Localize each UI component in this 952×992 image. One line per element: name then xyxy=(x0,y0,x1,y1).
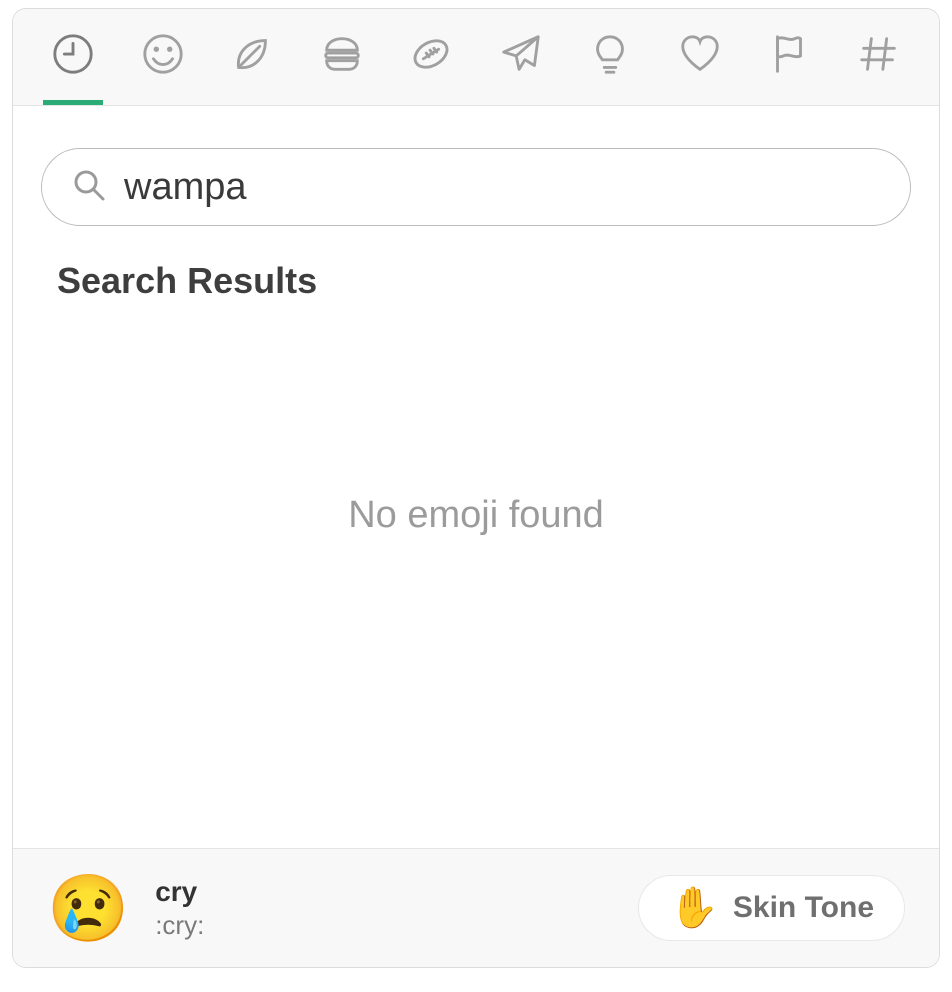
search-section xyxy=(13,106,939,226)
preview-emoji-glyph: 😢 xyxy=(47,875,129,941)
search-icon xyxy=(72,168,106,207)
tab-smileys[interactable] xyxy=(133,27,193,105)
empty-message: No emoji found xyxy=(348,494,604,537)
tab-travel[interactable] xyxy=(491,27,551,105)
smiley-icon xyxy=(140,31,186,82)
emoji-preview: 😢 cry :cry: xyxy=(47,875,204,941)
search-field[interactable] xyxy=(41,148,911,226)
tab-recent[interactable] xyxy=(43,27,103,105)
burger-icon xyxy=(319,31,365,82)
tab-food[interactable] xyxy=(312,27,372,105)
clock-icon xyxy=(50,31,96,82)
hand-icon: ✋ xyxy=(669,888,719,928)
preview-meta: cry :cry: xyxy=(155,876,204,941)
results-empty: No emoji found xyxy=(13,302,939,848)
emoji-picker: Search Results No emoji found 😢 cry :cry… xyxy=(12,8,940,968)
category-tabs xyxy=(13,9,939,106)
heart-icon xyxy=(677,31,723,82)
tab-symbols[interactable] xyxy=(670,27,730,105)
tab-nature[interactable] xyxy=(222,27,282,105)
tab-custom[interactable] xyxy=(849,27,909,105)
results-heading: Search Results xyxy=(13,226,939,302)
hash-icon xyxy=(856,31,902,82)
skin-tone-label: Skin Tone xyxy=(733,891,874,925)
tab-flags[interactable] xyxy=(759,27,819,105)
leaf-icon xyxy=(229,31,275,82)
picker-footer: 😢 cry :cry: ✋ Skin Tone xyxy=(13,848,939,967)
tab-objects[interactable] xyxy=(580,27,640,105)
preview-emoji-name: cry xyxy=(155,876,204,908)
preview-emoji-shortcode: :cry: xyxy=(155,910,204,941)
bulb-icon xyxy=(587,31,633,82)
plane-icon xyxy=(498,31,544,82)
flag-icon xyxy=(766,31,812,82)
football-icon xyxy=(408,31,454,82)
tab-activity[interactable] xyxy=(401,27,461,105)
search-input[interactable] xyxy=(124,166,880,209)
skin-tone-button[interactable]: ✋ Skin Tone xyxy=(638,875,905,941)
